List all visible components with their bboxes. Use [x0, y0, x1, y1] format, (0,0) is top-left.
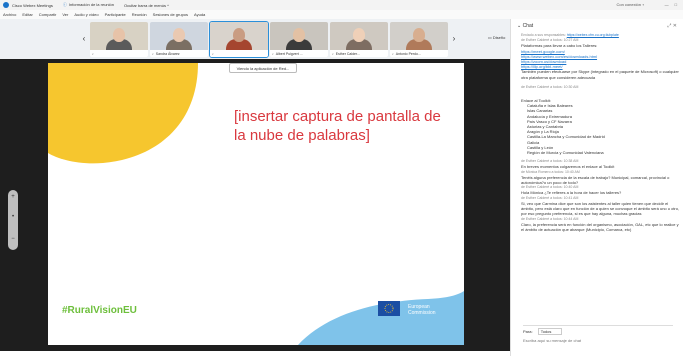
menu-file[interactable]: Archivo: [3, 12, 16, 17]
menu-edit[interactable]: Editar: [22, 12, 32, 17]
chat-header[interactable]: ⌄ Chat: [517, 23, 533, 29]
recipient-select[interactable]: Todos: [537, 328, 563, 335]
viewing-application-banner[interactable]: Viendo la aplicación de Red...: [229, 63, 297, 73]
menu-view[interactable]: Ver: [62, 12, 68, 17]
chat-panel: ⌄ Chat ⤢ ✕ Enviado a sus responsables: h…: [510, 19, 683, 356]
microphone-icon: ♪: [92, 51, 94, 56]
chat-message: de Esther Calderé a todos: 10:41 AM Si, …: [521, 195, 680, 217]
participant-video[interactable]: ♪: [90, 22, 148, 57]
zoom-slider-handle[interactable]: •: [8, 214, 18, 220]
info-icon: ⓘ: [62, 2, 67, 7]
chat-message: de Esther Calderé a todos: 10:40 AM Hola…: [521, 185, 622, 196]
connection-status[interactable]: Con conexión ∘: [617, 2, 645, 7]
zoom-in-button[interactable]: +: [8, 194, 18, 200]
meeting-info-button[interactable]: ⓘ Información de la reunión: [63, 2, 114, 8]
layout-button[interactable]: ▭ Diseño: [488, 35, 505, 40]
participant-video[interactable]: ♪ Esther Calder...: [330, 22, 388, 57]
pop-out-icon[interactable]: ⤢: [667, 23, 671, 29]
participant-name: Antonio Perdo...: [395, 51, 421, 56]
recipient-label: Para:: [523, 329, 533, 334]
presentation-slide: [insertar captura de pantalla de la nube…: [48, 63, 464, 345]
participant-strip: ‹ ♪ ♪ Sandra Álvarez ♪ ♪ Albert Puigvert .…: [0, 19, 510, 59]
minimize-button[interactable]: —: [665, 2, 669, 7]
chat-message-input[interactable]: Escriba aquí su mensaje de chat: [523, 338, 673, 343]
app-title: Cisco Webex Meetings: [12, 2, 53, 8]
webex-logo-icon: [3, 2, 9, 8]
slide-placeholder-text: [insertar captura de pantalla de la nube…: [234, 108, 441, 144]
menu-share[interactable]: Compartir: [39, 12, 57, 17]
chevron-right-icon[interactable]: ›: [450, 33, 458, 45]
participant-video[interactable]: ♪ Antonio Perdo...: [390, 22, 448, 57]
chat-header-actions: ⤢ ✕: [667, 23, 677, 29]
microphone-icon: ♪: [392, 51, 394, 56]
menu-audio-video[interactable]: Audio y vídeo: [74, 12, 98, 17]
chat-message: de Esther Calderé a todos: 10:44 AM Clar…: [521, 216, 679, 232]
chat-message: de Esther Calderé a todos: 10:27 AM Plat…: [521, 38, 598, 49]
chat-recipient-row: Para: Todos: [523, 325, 673, 335]
microphone-icon: ♪: [332, 51, 334, 56]
microphone-icon: ♪: [212, 51, 214, 56]
blue-shape: [298, 291, 464, 345]
participant-video[interactable]: ♪ Sandra Álvarez: [150, 22, 208, 57]
european-commission-label: European Commission: [408, 304, 436, 316]
microphone-icon: ♪: [152, 51, 154, 56]
participant-video[interactable]: ♪ Albert Puigvert ...: [270, 22, 328, 57]
chevron-left-icon[interactable]: ‹: [80, 33, 88, 45]
menu-meeting[interactable]: Reunión: [132, 12, 147, 17]
chat-message: de Mónica Romero a todos: 10:40 AM Tenéi…: [521, 169, 670, 186]
hide-menu-bar-button[interactable]: Ocultar barra de menús ^: [124, 3, 169, 8]
participant-name: Sandra Álvarez: [155, 51, 180, 56]
chat-message: de Esther Calderé a todos: 10:38 AM En b…: [521, 159, 615, 170]
zoom-control[interactable]: + • −: [8, 190, 18, 250]
participant-video-active-speaker[interactable]: ♪: [209, 21, 269, 58]
chat-message: de Esther Calderé a todos: 10:30 AM: [521, 84, 579, 89]
chat-message: También pueden efectuarse por Skype (int…: [521, 69, 679, 80]
menu-participant[interactable]: Participante: [105, 12, 126, 17]
eu-flag-icon: [378, 301, 400, 316]
slide-decoration: [48, 63, 464, 345]
slide-hashtag: #RuralVisionEU: [62, 305, 137, 316]
menu-breakout[interactable]: Sesiones de grupos: [153, 12, 188, 17]
chat-message-toolkit: Enlace al Toolkit: Cataluña e Islas Bale…: [521, 98, 681, 155]
menu-bar: Archivo Editar Compartir Ver Audio y víd…: [0, 10, 683, 19]
menu-help[interactable]: Ayuda: [194, 12, 205, 17]
close-icon[interactable]: ✕: [673, 23, 677, 29]
participant-name: Esther Calder...: [335, 51, 360, 56]
chat-message-links: https://meet.google.com/ https://www.web…: [521, 49, 681, 70]
participant-name: Albert Puigvert ...: [275, 51, 303, 56]
title-bar: Cisco Webex Meetings ⓘ Información de la …: [0, 0, 683, 10]
microphone-icon: ♪: [272, 51, 274, 56]
window-controls: Con conexión ∘ — □: [617, 2, 678, 7]
yellow-shape: [48, 63, 198, 164]
list-item: Región de Murcia y Comunidad Valenciana: [527, 150, 604, 156]
maximize-button[interactable]: □: [675, 2, 677, 7]
zoom-out-button[interactable]: −: [8, 236, 18, 242]
chat-messages: Enviado a sus responsables: https://webe…: [521, 33, 681, 232]
